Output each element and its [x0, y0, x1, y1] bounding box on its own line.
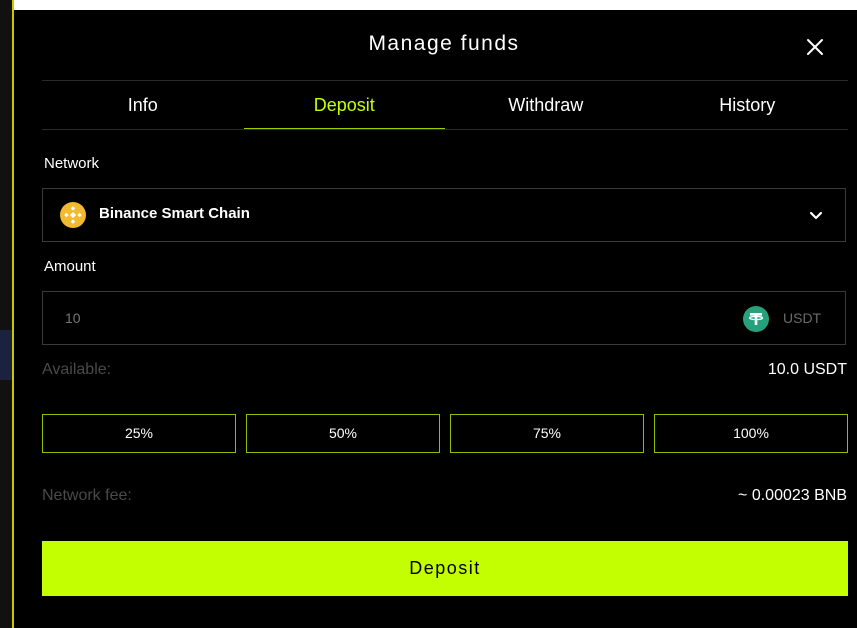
manage-funds-modal: Manage funds Info Deposit Withdraw Histo… [14, 10, 857, 628]
tabs-divider [42, 129, 848, 130]
background-window-edge [0, 0, 14, 628]
percent-25-button[interactable]: 25% [42, 414, 236, 453]
tab-history[interactable]: History [647, 82, 849, 130]
network-select[interactable]: Binance Smart Chain [42, 188, 846, 242]
tab-deposit[interactable]: Deposit [243, 82, 446, 130]
page: Manage funds Info Deposit Withdraw Histo… [0, 0, 857, 628]
network-select-value: Binance Smart Chain [99, 205, 250, 222]
percent-100-button[interactable]: 100% [654, 414, 848, 453]
close-icon [807, 39, 823, 55]
header-divider [42, 80, 848, 81]
deposit-button[interactable]: Deposit [42, 541, 848, 596]
percent-75-button[interactable]: 75% [450, 414, 644, 453]
tab-info[interactable]: Info [42, 82, 244, 130]
available-value: 10.0 USDT [767, 361, 847, 378]
tab-withdraw[interactable]: Withdraw [445, 82, 647, 130]
modal-title: Manage funds [368, 32, 520, 55]
background-window-fragment [0, 330, 12, 380]
tether-icon [743, 306, 769, 332]
network-fee-label: Network fee: [42, 487, 132, 504]
amount-label: Amount [44, 258, 96, 275]
amount-field: USDT [42, 291, 846, 345]
percent-buttons: 25% 50% 75% 100% [42, 414, 848, 453]
network-label: Network [44, 155, 100, 172]
bnb-coin-icon [60, 202, 86, 228]
available-label: Available: [42, 361, 112, 378]
amount-input[interactable] [65, 306, 665, 330]
amount-currency: USDT [783, 310, 822, 326]
chevron-down-icon [809, 211, 823, 220]
network-fee-value: ~ 0.00023 BNB [738, 487, 847, 504]
percent-50-button[interactable]: 50% [246, 414, 440, 453]
close-button[interactable] [800, 32, 830, 62]
tab-bar: Info Deposit Withdraw History [42, 82, 848, 130]
